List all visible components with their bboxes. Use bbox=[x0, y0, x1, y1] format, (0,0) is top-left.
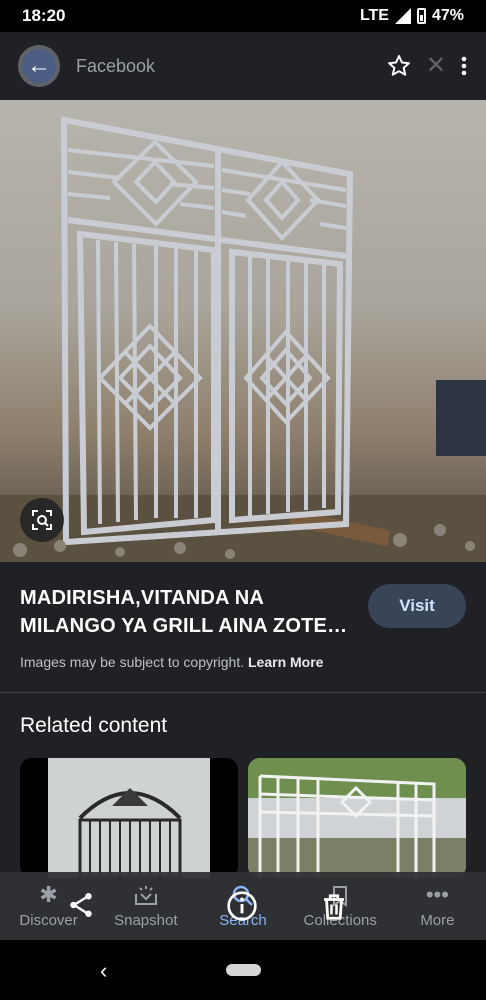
more-horiz-icon: ••• bbox=[425, 881, 449, 907]
window-grill-image bbox=[0, 116, 486, 562]
nav-more[interactable]: ••• More bbox=[389, 872, 486, 940]
copyright-notice: Images may be subject to copyright. Lear… bbox=[20, 654, 466, 670]
visit-button[interactable]: Visit bbox=[368, 584, 466, 628]
more-vert-icon[interactable] bbox=[460, 54, 468, 78]
nav-collections[interactable]: Collections bbox=[292, 872, 389, 940]
divider bbox=[0, 692, 486, 693]
related-thumbnail[interactable] bbox=[20, 758, 238, 878]
status-time: 18:20 bbox=[22, 6, 66, 25]
learn-more-link[interactable]: Learn More bbox=[248, 654, 323, 670]
top-bar: ← Facebook ✕ bbox=[0, 32, 486, 100]
nav-discover[interactable]: ✱ Discover bbox=[0, 872, 97, 940]
lens-icon bbox=[32, 510, 52, 530]
network-type: LTE bbox=[359, 7, 389, 24]
grill-thumbnail-image bbox=[248, 758, 466, 878]
signal-icon bbox=[394, 8, 411, 24]
status-indicators: LTE 47% bbox=[360, 7, 464, 25]
nav-more-label: More bbox=[420, 911, 455, 929]
top-actions: ✕ bbox=[386, 53, 468, 79]
share-icon[interactable] bbox=[66, 890, 96, 920]
gate-thumbnail-image bbox=[48, 758, 210, 878]
battery-icon bbox=[416, 8, 426, 24]
back-arrow-icon: ← bbox=[27, 52, 51, 79]
asterisk-icon: ✱ bbox=[39, 881, 58, 907]
back-button[interactable]: ← bbox=[18, 45, 60, 87]
site-name: Facebook bbox=[76, 55, 156, 76]
system-home-pill[interactable] bbox=[226, 964, 261, 976]
nav-snapshot-label: Snapshot bbox=[114, 911, 178, 929]
system-navigation-bar: ‹ bbox=[0, 940, 486, 1000]
snapshot-icon bbox=[134, 885, 157, 905]
main-image[interactable] bbox=[0, 100, 486, 562]
nav-snapshot[interactable]: Snapshot bbox=[97, 872, 194, 940]
bottom-navigation: ✱ Discover Snapshot Search Collections •… bbox=[0, 872, 486, 940]
delete-icon[interactable] bbox=[319, 892, 349, 922]
related-heading: Related content bbox=[20, 714, 168, 737]
copyright-text: Images may be subject to copyright. bbox=[20, 654, 245, 670]
result-title[interactable]: MADIRISHA,VITANDA NA MILANGO YA GRILL AI… bbox=[20, 584, 360, 640]
star-icon[interactable] bbox=[386, 53, 412, 79]
system-back-icon[interactable]: ‹ bbox=[100, 958, 107, 984]
close-icon[interactable]: ✕ bbox=[426, 54, 446, 78]
battery-level: 47% bbox=[431, 7, 464, 24]
nav-search[interactable]: Search bbox=[194, 872, 291, 940]
related-thumbnail[interactable] bbox=[248, 758, 466, 878]
status-bar: 18:20 LTE 47% bbox=[0, 0, 486, 32]
info-icon[interactable] bbox=[226, 890, 258, 922]
info-panel: MADIRISHA,VITANDA NA MILANGO YA GRILL AI… bbox=[0, 562, 486, 692]
lens-button[interactable] bbox=[20, 498, 64, 542]
